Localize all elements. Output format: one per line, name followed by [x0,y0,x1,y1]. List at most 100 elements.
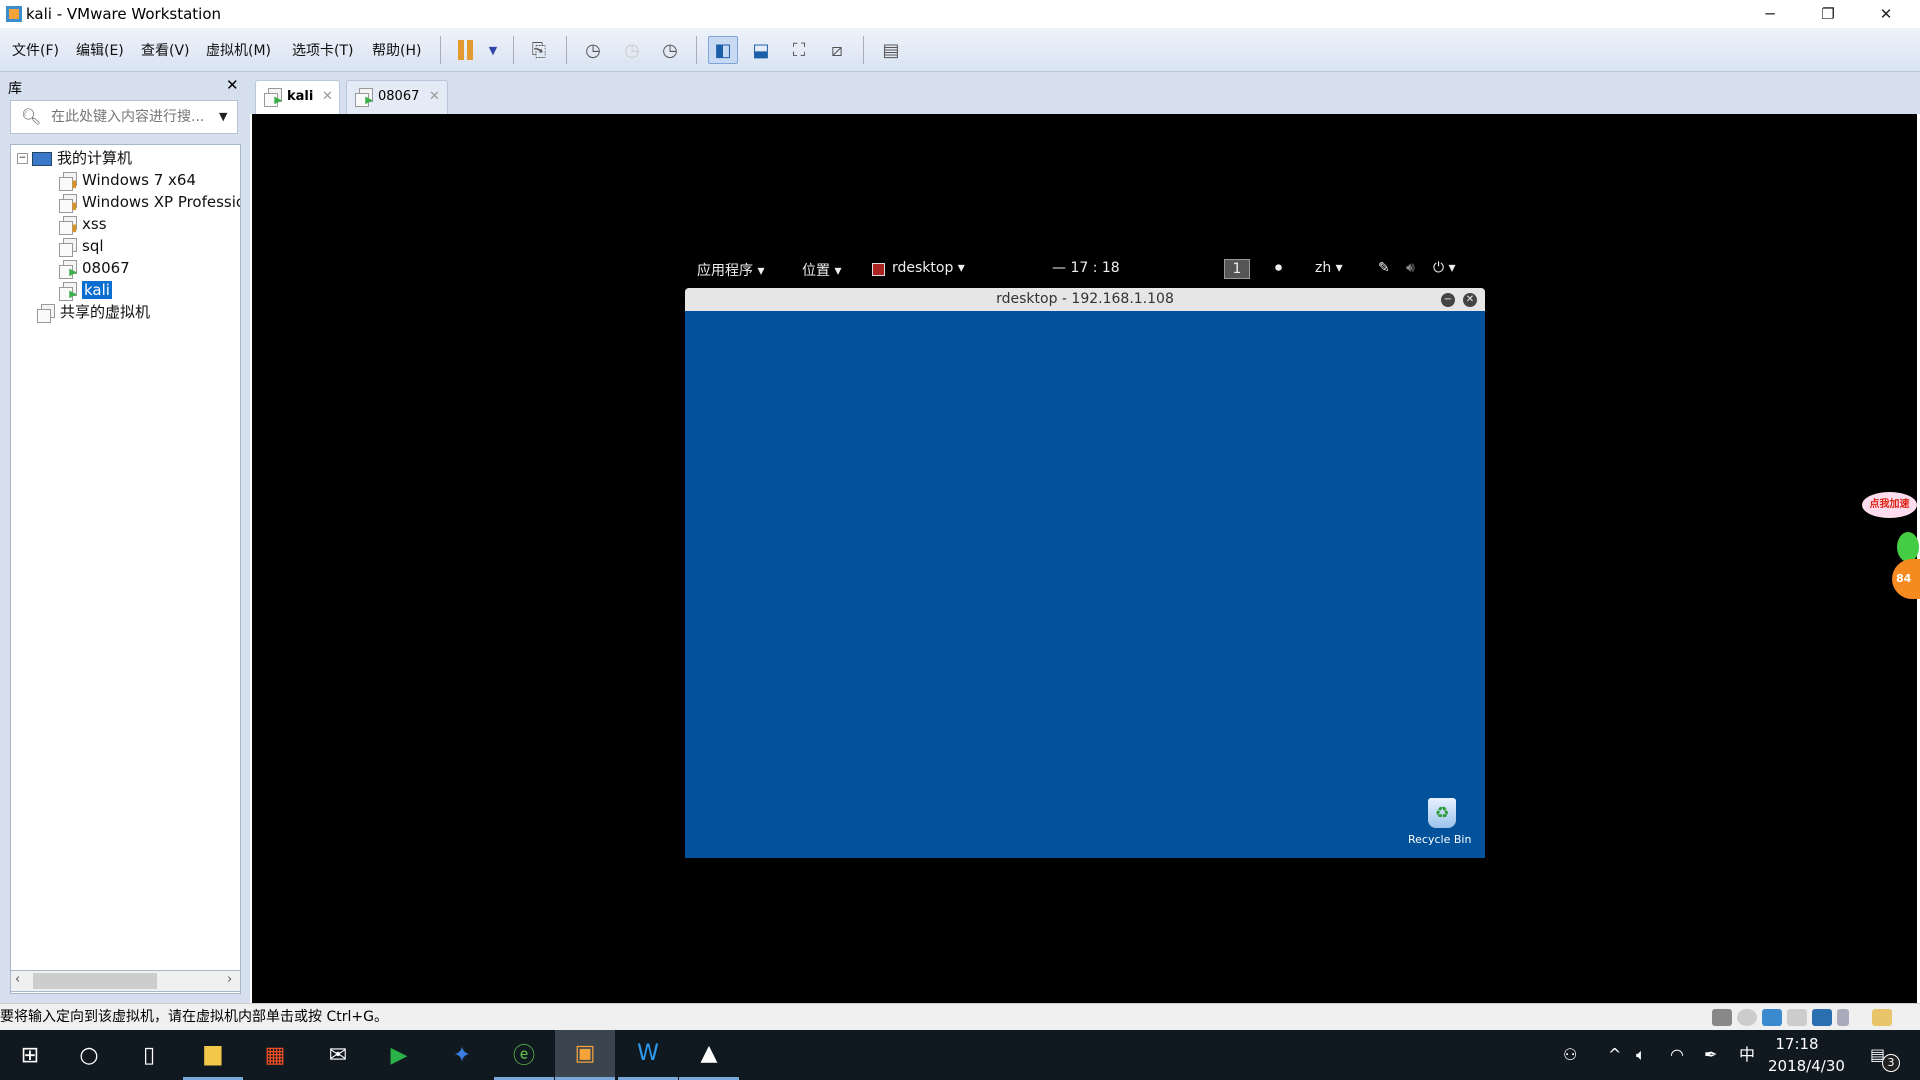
usb-icon[interactable] [1837,1009,1849,1026]
store-icon[interactable]: ▦ [245,1030,305,1080]
tree-label: xss [82,215,107,233]
console-view-icon[interactable]: ▤ [876,36,906,64]
tray-time[interactable]: 17:18 [1770,1035,1824,1053]
wps-icon[interactable]: W [618,1030,678,1080]
cd-dvd-icon[interactable] [1737,1009,1757,1026]
language-selector[interactable]: zh ▾ [1315,260,1343,276]
recycle-bin-icon[interactable]: ♻ [1428,798,1456,828]
snapshot-manager-icon[interactable]: ◷ [655,36,685,64]
separator [863,36,864,64]
sound-card-icon[interactable] [1812,1009,1832,1026]
show-library-icon[interactable]: ◧ [708,36,738,64]
hard-disk-icon[interactable] [1712,1009,1732,1026]
tree-item-vm[interactable]: sql [59,235,104,257]
start-button[interactable]: ⊞ [0,1030,60,1080]
network-adapter-icon[interactable] [1762,1009,1782,1026]
vm-off-icon [59,237,77,257]
send-ctrl-alt-del-icon[interactable]: ⎘ [524,36,554,64]
pen-workspace-icon[interactable]: ✒ [1704,1030,1717,1080]
menu-vm[interactable]: 虚拟机(M) [206,40,271,60]
speed-badge[interactable]: 84 [1892,559,1920,599]
tree-label: sql [82,237,104,255]
feishu-icon[interactable]: ✦ [432,1030,492,1080]
vm-console[interactable]: 应用程序 ▾ 位置 ▾ rdesktop ▾ — 17 : 18 1 ⏺ zh … [252,114,1920,1003]
scroll-right-icon[interactable]: › [227,972,232,987]
gnome-app-menu[interactable]: rdesktop ▾ [892,260,965,276]
tree-item-shared[interactable]: 共享的虚拟机 [37,301,150,323]
pause-icon[interactable] [450,36,480,64]
revert-snapshot-icon[interactable]: ◷ [617,36,647,64]
ie-browser-icon[interactable]: ⓔ [494,1030,554,1080]
tab-08067[interactable]: ▶ 08067 ✕ [346,80,448,114]
task-view-icon[interactable]: ▯ [119,1030,179,1080]
menu-file[interactable]: 文件(F) [12,40,59,60]
thumbnail-bar-icon[interactable]: ⬓ [746,36,776,64]
tab-close-icon[interactable]: ✕ [429,81,440,113]
fullscreen-icon[interactable]: ⛶ [784,36,814,64]
snapshot-icon[interactable]: ◷ [578,36,608,64]
printer-icon[interactable] [1787,1009,1807,1026]
show-hidden-icons[interactable]: ^ [1608,1030,1621,1080]
menu-edit[interactable]: 编辑(E) [76,40,124,60]
tab-label: 08067 [378,89,420,104]
power-menu[interactable]: ⏻ ▾ [1433,260,1456,276]
library-close-button[interactable]: ✕ [226,76,239,94]
minimize-button[interactable]: ─ [1742,0,1798,28]
tree-item-vm[interactable]: ▮ Windows XP Professional [59,191,240,213]
pen-icon[interactable]: ✎ [1378,260,1390,276]
collapse-icon[interactable]: − [17,153,28,164]
close-button[interactable]: ✕ [1858,0,1914,28]
close-icon[interactable]: ✕ [1463,293,1477,307]
scroll-left-icon[interactable]: ‹ [15,972,20,987]
tab-kali[interactable]: ▶ kali ✕ [255,80,340,114]
scrollbar-thumb[interactable] [33,973,157,989]
horizontal-scrollbar[interactable]: ‹ › [10,970,241,992]
tree-item-vm[interactable]: ▶ 08067 [59,257,130,279]
file-explorer-icon[interactable]: ▆ [183,1030,243,1080]
photos-icon[interactable]: ▲ [679,1030,739,1080]
rdesktop-window: rdesktop - 192.168.1.108 − ✕ ♻ Recycle B… [685,288,1485,858]
tree-item-vm[interactable]: ▮ xss [59,213,107,235]
search-dropdown-icon[interactable]: ▼ [219,101,227,133]
menu-tabs[interactable]: 选项卡(T) [292,40,353,60]
volume-icon[interactable]: 🔈︎ [1636,1030,1646,1080]
menu-help[interactable]: 帮助(H) [372,40,421,60]
message-log-icon[interactable] [1872,1009,1892,1026]
cortana-icon[interactable]: ○ [59,1030,119,1080]
tree-label: kali [82,281,112,299]
minimize-icon[interactable]: − [1441,293,1455,307]
tray-date[interactable]: 2018/4/30 [1768,1057,1845,1075]
speedup-widget-bubble[interactable]: 点我加速 [1862,492,1917,518]
tree-item-vm[interactable]: ▮ Windows 7 x64 [59,169,196,191]
library-search-input[interactable]: 🔍︎ 在此处键入内容进行搜... ▼ [10,100,238,134]
rdesktop-titlebar: rdesktop - 192.168.1.108 − ✕ [685,288,1485,311]
gnome-places-menu[interactable]: 位置 ▾ [802,260,841,280]
remote-desktop[interactable]: ♻ Recycle Bin [685,311,1485,858]
camera-icon[interactable]: ⏺ [1275,260,1282,276]
tree-item-my-computer[interactable]: − 我的计算机 [17,147,132,169]
recycle-bin-label[interactable]: Recycle Bin [1408,833,1471,846]
tab-bar: ▶ kali ✕ ▶ 08067 ✕ [250,72,1920,114]
gnome-clock[interactable]: — 17 : 18 [1052,260,1120,276]
wifi-icon[interactable]: ◠ [1670,1030,1684,1080]
video-player-icon[interactable]: ▶ [369,1030,429,1080]
tree-label: 共享的虚拟机 [60,303,151,321]
separator [566,36,567,64]
mail-icon[interactable]: ✉ [308,1030,368,1080]
workspace-indicator[interactable]: 1 [1224,259,1250,279]
people-icon[interactable]: ⚇ [1563,1030,1577,1080]
tab-close-icon[interactable]: ✕ [322,81,333,113]
tree-item-vm-selected[interactable]: ▶ kali [59,279,112,301]
unity-icon[interactable]: ⧄ [822,36,852,64]
vm-suspended-icon: ▮ [59,193,77,213]
separator [440,36,441,64]
volume-icon[interactable]: 🔊︎ [1406,260,1415,276]
dropdown-icon[interactable]: ▼ [478,36,508,64]
vmware-icon[interactable]: ▣ [555,1030,615,1080]
notification-icon[interactable]: ▤ [1870,1030,1885,1080]
menu-view[interactable]: 查看(V) [141,40,190,60]
restore-button[interactable]: ❐ [1800,0,1856,28]
ime-indicator[interactable]: 中 [1739,1030,1755,1080]
gnome-applications-menu[interactable]: 应用程序 ▾ [697,260,764,280]
library-title: 库 [8,81,22,97]
